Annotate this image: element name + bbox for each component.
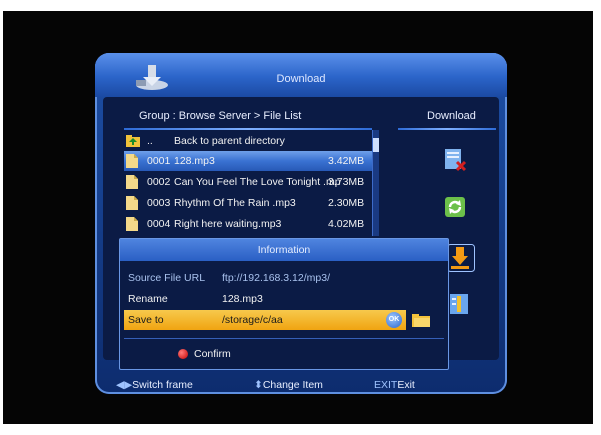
- dialog-title: Information: [120, 239, 448, 261]
- row-size: 3.42MB: [328, 155, 365, 167]
- parent-num: ..: [147, 135, 153, 147]
- switch-frame-hint: ◀▶Switch frame: [116, 379, 193, 391]
- footer-hints: ◀▶Switch frame ⬍Change Item EXITExit: [116, 376, 476, 396]
- folder-icon[interactable]: [412, 313, 430, 327]
- source-url-row[interactable]: Source File URL ftp://192.168.3.12/mp3/: [120, 268, 448, 288]
- table-row[interactable]: 0002 Can You Feel The Love Tonight .mp 3…: [124, 172, 372, 192]
- search-icon[interactable]: [443, 148, 467, 172]
- source-url-label: Source File URL: [128, 272, 206, 284]
- info-icon[interactable]: [447, 292, 471, 316]
- file-icon: [126, 196, 138, 210]
- file-icon: [126, 217, 138, 231]
- source-url-value: ftp://192.168.3.12/mp3/: [222, 272, 330, 284]
- save-to-row[interactable]: Save to /storage/c/aa OK: [124, 310, 406, 330]
- row-size: 3.73MB: [328, 176, 365, 188]
- right-panel-divider: [398, 128, 496, 130]
- row-size: 2.30MB: [328, 197, 365, 209]
- parent-label: Back to parent directory: [174, 135, 285, 147]
- breadcrumb: Group : Browse Server > File List: [139, 110, 302, 122]
- table-row[interactable]: 0004 Right here waiting.mp3 4.02MB: [124, 214, 372, 234]
- folder-up-icon: [126, 135, 140, 147]
- save-to-label: Save to: [128, 314, 164, 326]
- breadcrumb-divider: [124, 128, 372, 130]
- row-name: Rhythm Of The Rain .mp3: [174, 197, 296, 209]
- window-title: Download: [276, 73, 326, 85]
- rename-field[interactable]: 128.mp3: [222, 289, 263, 309]
- row-num: 0001: [147, 155, 171, 167]
- rename-row[interactable]: Rename 128.mp3: [120, 289, 448, 309]
- file-icon: [126, 154, 138, 168]
- switch-frame-label: Switch frame: [132, 379, 193, 391]
- download-icon[interactable]: [447, 244, 475, 272]
- refresh-icon[interactable]: [443, 195, 467, 219]
- list-item-parent[interactable]: .. Back to parent directory: [124, 131, 372, 151]
- scroll-thumb[interactable]: [373, 138, 379, 152]
- row-num: 0004: [147, 218, 171, 230]
- exit-label: Exit: [397, 379, 415, 391]
- rename-label: Rename: [128, 293, 168, 305]
- row-name: Can You Feel The Love Tonight .mp: [174, 176, 341, 188]
- information-dialog: Information Source File URL ftp://192.16…: [119, 238, 449, 370]
- change-item-hint: ⬍Change Item: [254, 379, 323, 391]
- table-row[interactable]: 0001 128.mp3 3.42MB: [124, 151, 372, 171]
- left-right-arrows-icon: ◀▶: [116, 379, 133, 391]
- row-size: 4.02MB: [328, 218, 365, 230]
- up-down-arrows-icon: ⬍: [254, 379, 263, 391]
- right-panel-title: Download: [427, 110, 476, 122]
- file-list-scrollbar[interactable]: [372, 130, 379, 236]
- table-row[interactable]: 0003 Rhythm Of The Rain .mp3 2.30MB: [124, 193, 372, 213]
- row-name: Right here waiting.mp3: [174, 218, 282, 230]
- save-to-path[interactable]: /storage/c/aa: [222, 310, 283, 330]
- row-num: 0003: [147, 197, 171, 209]
- file-icon: [126, 175, 138, 189]
- change-item-label: Change Item: [262, 379, 323, 391]
- ok-icon[interactable]: OK: [386, 312, 402, 328]
- title-bar: Download: [95, 53, 507, 97]
- row-name: 128.mp3: [174, 155, 215, 167]
- exit-key: EXIT: [374, 379, 398, 391]
- exit-hint: EXITExit: [374, 379, 415, 391]
- red-key-icon: [178, 349, 188, 359]
- row-num: 0002: [147, 176, 171, 188]
- confirm-label: Confirm: [194, 348, 231, 360]
- dialog-divider: [124, 338, 444, 339]
